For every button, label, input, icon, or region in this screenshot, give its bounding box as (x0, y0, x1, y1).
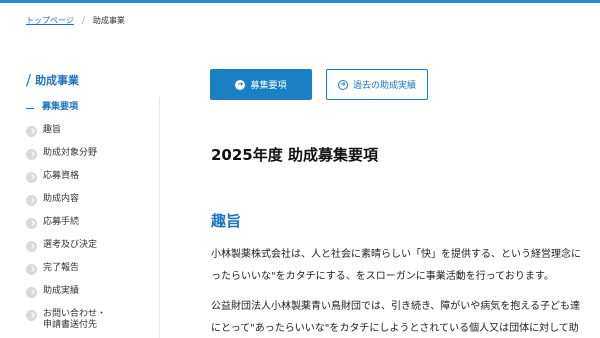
slash-icon: / (26, 71, 32, 89)
boshu-yoko-button[interactable]: ➜ 募集要項 (210, 69, 312, 100)
sidebar-item-kanryo-hokoku[interactable]: 完了報告 (26, 263, 156, 286)
top-accent-bar (0, 0, 600, 3)
foundation-line-1: 公益財団法人小林製薬青い鳥財団では、引き続き、障がいや病気を抱える子ども達 (211, 301, 580, 312)
sidebar-item-label: 応募手続 (43, 217, 80, 227)
sidebar-item-label: 選考及び決定 (43, 240, 98, 250)
sidebar-item-label-line2: 申請書送付先 (43, 320, 98, 330)
intro-line-1: 小林製薬株式会社は、人と社会に素晴らしい「快」を提供する、という経営理念に (211, 249, 581, 260)
chevron-circle-icon (26, 126, 37, 137)
foundation-line-2: にとって"あったらいいな"をカタチにしようとされている個人又は団体に対して助 (211, 323, 579, 334)
sidebar-title[interactable]: / 助成事業 (26, 71, 79, 89)
sidebar-item-label: 助成内容 (43, 194, 80, 204)
breadcrumb-separator: / (81, 15, 85, 26)
arrow-right-circle-icon: ➜ (235, 79, 246, 90)
sidebar-item-contact[interactable]: お問い合わせ・ 申請書送付先 (26, 309, 156, 338)
chevron-circle-icon (26, 241, 37, 252)
past-results-button[interactable]: ➜ 過去の助成実績 (326, 69, 428, 100)
sidebar-item-taisho-bunya[interactable]: 助成対象分野 (26, 148, 156, 171)
sidebar-item-josei-jisseki[interactable]: 助成実績 (26, 286, 156, 309)
chevron-circle-icon (26, 218, 37, 229)
sidebar-divider (159, 97, 160, 338)
section-title-shushi: 趣旨 (211, 212, 242, 230)
breadcrumb-current: 助成事業 (92, 16, 125, 25)
page-title: 2025年度 助成募集要項 (211, 146, 378, 164)
boshu-yoko-button-label: 募集要項 (250, 81, 287, 91)
sidebar-item-senko-kettei[interactable]: 選考及び決定 (26, 240, 156, 263)
sidebar-item-label: お問い合わせ・ 申請書送付先 (43, 309, 106, 331)
sidebar-item-label-line1: お問い合わせ・ (43, 309, 107, 319)
chevron-circle-icon (26, 172, 37, 183)
chevron-circle-icon (26, 195, 37, 206)
sidebar-nav: 募集要項 趣旨 助成対象分野 応募資格 助成内容 応募手続 選考及び決定 完了報… (26, 102, 156, 338)
sidebar-item-label: 趣旨 (43, 125, 62, 135)
sidebar-item-label: 応募資格 (43, 171, 80, 181)
arrow-right-circle-icon: ➜ (337, 79, 348, 90)
sidebar-item-shushi[interactable]: 趣旨 (26, 125, 156, 148)
sidebar-item-oubo-tetsuzuki[interactable]: 応募手続 (26, 217, 156, 240)
sidebar-item-label: 助成実績 (43, 286, 80, 296)
chevron-circle-icon (26, 287, 37, 298)
foundation-paragraph: 公益財団法人小林製薬青い鳥財団では、引き続き、障がいや病気を抱える子ども達 にと… (211, 296, 580, 338)
sidebar-item-label: 募集要項 (42, 102, 79, 112)
sidebar-title-label: 助成事業 (35, 74, 80, 87)
chevron-circle-icon (26, 264, 37, 275)
intro-paragraph: 小林製薬株式会社は、人と社会に素晴らしい「快」を提供する、という経営理念に った… (211, 244, 581, 288)
chevron-circle-icon (26, 149, 37, 160)
sidebar-item-label: 完了報告 (43, 263, 80, 273)
past-results-button-label: 過去の助成実績 (352, 81, 416, 91)
breadcrumb-home-link[interactable]: トップページ (26, 15, 74, 26)
sidebar-item-label: 助成対象分野 (43, 148, 98, 158)
sidebar-item-josei-naiyo[interactable]: 助成内容 (26, 194, 156, 217)
sidebar-item-oubo-shikaku[interactable]: 応募資格 (26, 171, 156, 194)
intro-line-2: ったらいいな"をカタチにする、をスローガンに事業活動を行っております。 (211, 271, 554, 282)
sidebar-item-boshu-yoko[interactable]: 募集要項 (26, 102, 156, 125)
chevron-circle-icon (26, 310, 37, 321)
breadcrumb: トップページ / 助成事業 (26, 15, 125, 26)
current-dash-icon (26, 108, 34, 109)
